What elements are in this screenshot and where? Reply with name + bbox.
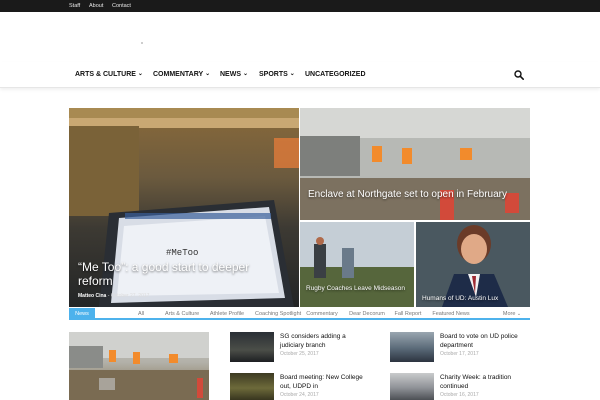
logo[interactable] xyxy=(141,42,143,44)
hero-wide-image xyxy=(300,108,530,220)
tab-athlete-profile[interactable]: Athlete Profile xyxy=(207,308,247,320)
hero-small-tile-1[interactable] xyxy=(300,222,414,307)
hero-small-title-2[interactable]: Humans of UD: Austin Lux xyxy=(422,294,526,303)
hero-image-text: #MeToo xyxy=(166,248,199,258)
hero-small-image-1 xyxy=(300,222,414,307)
nav-item-news[interactable]: NEWS ⌄ xyxy=(220,62,248,88)
list-item-date: October 25, 2017 xyxy=(280,351,319,357)
list-item-title[interactable]: Board meeting: New College out, UDPD in xyxy=(280,373,366,391)
nav-item-commentary[interactable]: COMMENTARY ⌄ xyxy=(153,62,210,88)
list-item-title[interactable]: Charity Week: a tradition continued xyxy=(440,373,526,391)
list-thumb-3[interactable] xyxy=(390,332,434,362)
nav-item-label: UNCATEGORIZED xyxy=(305,71,366,78)
list-thumb-4[interactable] xyxy=(390,373,434,400)
list-item-title[interactable]: SG considers adding a judiciary branch xyxy=(280,332,366,350)
hero-wide-tile[interactable] xyxy=(300,108,530,220)
nav-item-label: COMMENTARY xyxy=(153,71,204,78)
tab-featured-news[interactable]: Featured News xyxy=(431,308,471,320)
hero-small-title-1[interactable]: Rugby Coaches Leave Midseason xyxy=(306,284,406,293)
list-item-date: October 16, 2017 xyxy=(440,392,479,398)
list-thumb-1[interactable] xyxy=(230,332,274,362)
bottom-feature-image[interactable] xyxy=(69,332,209,400)
bottom-feature-art xyxy=(69,332,209,400)
tab-commentary[interactable]: Commentary xyxy=(303,308,341,320)
nav-item-label: SPORTS xyxy=(259,71,288,78)
tab-news[interactable]: News xyxy=(69,308,95,320)
top-bar: Staff About Contact xyxy=(0,0,600,12)
hero-wide-title[interactable]: Enclave at Northgate set to open in Febr… xyxy=(308,188,518,201)
tab-all[interactable]: All xyxy=(131,308,151,320)
nav-item-label: NEWS xyxy=(220,71,241,78)
tab-more[interactable]: More ⌄ xyxy=(497,308,527,320)
chevron-down-icon: ⌄ xyxy=(289,71,295,77)
nav-item-sports[interactable]: SPORTS ⌄ xyxy=(259,62,295,88)
tab-more-label: More xyxy=(502,311,516,317)
topbar-link-staff[interactable]: Staff xyxy=(69,0,80,12)
nav-item-uncategorized[interactable]: UNCATEGORIZED xyxy=(305,62,366,88)
tab-arts-culture[interactable]: Arts & Culture xyxy=(165,308,199,320)
topbar-link-contact[interactable]: Contact xyxy=(112,0,131,12)
tab-fall-report[interactable]: Fall Report xyxy=(393,308,423,320)
nav-item-arts-culture[interactable]: ARTS & CULTURE ⌄ xyxy=(75,62,143,88)
list-item-date: October 17, 2017 xyxy=(440,351,479,357)
author-name[interactable]: Matteo Cina xyxy=(78,293,106,299)
post-date: October 27, 2017 xyxy=(110,293,150,299)
nav-item-label: ARTS & CULTURE xyxy=(75,71,136,78)
hero-main-title[interactable]: “Me Too”: a good start to deeper reform xyxy=(78,260,278,288)
chevron-down-icon: ⌄ xyxy=(137,71,143,77)
tab-dear-decorum[interactable]: Dear Decorum xyxy=(349,308,385,320)
tab-coaching-spotlight[interactable]: Coaching Spotlight xyxy=(255,308,301,320)
list-item-title[interactable]: Board to vote on UD police department xyxy=(440,332,526,350)
hero-main-meta: Matteo Cina - October 27, 2017 xyxy=(78,293,149,299)
chevron-down-icon: ⌄ xyxy=(243,71,249,77)
category-tabs: News All Arts & Culture Athlete Profile … xyxy=(69,308,530,320)
list-item-date: October 24, 2017 xyxy=(280,392,319,398)
list-thumb-2[interactable] xyxy=(230,373,274,400)
chevron-down-icon: ⌄ xyxy=(516,311,522,317)
topbar-link-about[interactable]: About xyxy=(89,0,103,12)
search-icon[interactable] xyxy=(514,70,524,80)
main-nav: ARTS & CULTURE ⌄ COMMENTARY ⌄ NEWS ⌄ SPORTS… xyxy=(0,62,600,88)
chevron-down-icon: ⌄ xyxy=(205,71,211,77)
